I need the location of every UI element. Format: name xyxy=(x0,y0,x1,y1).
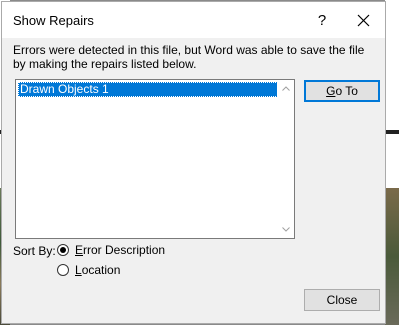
help-button[interactable]: ? xyxy=(308,7,336,33)
go-to-button[interactable]: Go To xyxy=(304,80,380,102)
dialog-titlebar: Show Repairs ? xyxy=(2,2,385,38)
sort-error-description-radio[interactable]: Error Description xyxy=(57,243,165,257)
repair-list-item[interactable]: Drawn Objects 1 xyxy=(18,82,278,97)
radio-button-unchecked[interactable] xyxy=(57,264,69,276)
help-icon: ? xyxy=(317,11,327,29)
scroll-down-button[interactable] xyxy=(277,221,294,238)
sort-location-radio[interactable]: Location xyxy=(57,263,120,277)
scroll-up-button[interactable] xyxy=(277,80,294,97)
close-label: Close xyxy=(326,293,358,307)
document-line-right xyxy=(385,130,399,134)
listbox-scrollbar[interactable] xyxy=(277,80,294,238)
chevron-up-icon xyxy=(281,86,290,91)
go-to-label: Go To xyxy=(326,84,358,98)
sort-location-label: Location xyxy=(75,263,121,277)
close-icon xyxy=(357,14,369,26)
document-photo-right xyxy=(385,188,399,325)
sort-by-label: Sort By: xyxy=(13,244,56,258)
sort-error-description-label: Error Description xyxy=(75,243,166,257)
error-message: Errors were detected in this file, but W… xyxy=(13,43,365,71)
repairs-listbox[interactable]: Drawn Objects 1 xyxy=(15,79,295,239)
close-window-button[interactable] xyxy=(346,7,380,33)
show-repairs-dialog: Show Repairs ? Errors were detected in t… xyxy=(1,1,386,324)
radio-button-checked[interactable] xyxy=(57,244,69,256)
dialog-title: Show Repairs xyxy=(13,13,94,28)
close-button[interactable]: Close xyxy=(304,289,380,311)
chevron-down-icon xyxy=(281,227,290,232)
